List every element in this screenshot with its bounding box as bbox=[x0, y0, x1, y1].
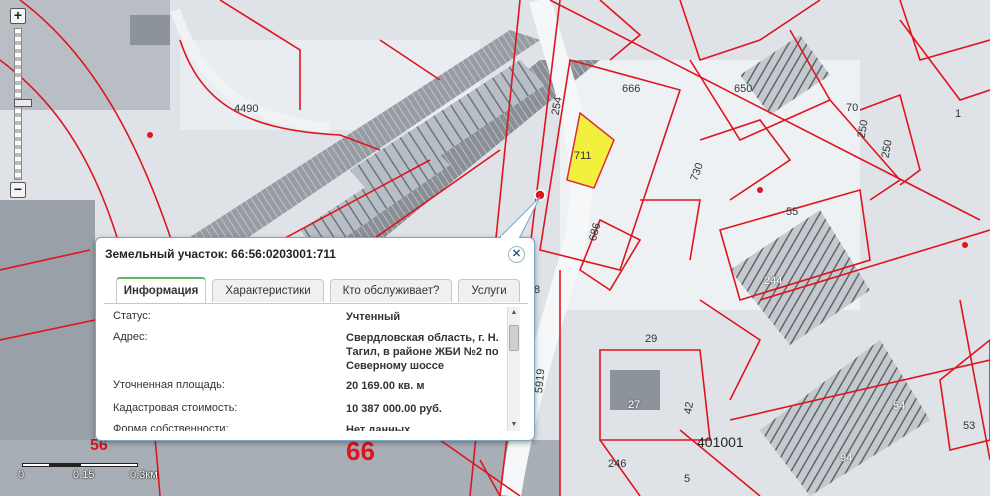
info-value: 20 169.00 кв. м bbox=[346, 380, 425, 392]
scale-bar: 0 0.15 0.3км bbox=[18, 457, 168, 487]
info-value: Свердловская область, г. Н. Тагил, в рай… bbox=[346, 332, 499, 372]
info-key: Статус: bbox=[113, 310, 151, 322]
zoom-in-button[interactable]: + bbox=[10, 8, 26, 24]
tab-characteristics[interactable]: Характеристики bbox=[212, 279, 324, 302]
popup-tabs: Информация Характеристики Кто обслуживае… bbox=[104, 277, 528, 304]
tab-services[interactable]: Услуги bbox=[458, 279, 520, 302]
info-content[interactable]: Статус: Учтенный Адрес: Свердловская обл… bbox=[109, 307, 507, 431]
info-key: Уточненная площадь: bbox=[113, 379, 225, 391]
tab-information[interactable]: Информация bbox=[116, 277, 206, 303]
scale-label: 0 bbox=[18, 469, 25, 481]
building bbox=[130, 15, 170, 45]
building bbox=[610, 370, 660, 410]
map-marker bbox=[757, 187, 763, 193]
zoom-slider-track[interactable] bbox=[14, 28, 32, 180]
info-value: 10 387 000.00 руб. bbox=[346, 403, 442, 415]
info-value: Нет данных bbox=[346, 424, 411, 431]
scroll-thumb[interactable] bbox=[509, 325, 519, 351]
tab-who-serves[interactable]: Кто обслуживает? bbox=[330, 279, 452, 302]
scale-label: 0.15 bbox=[73, 469, 95, 481]
info-key: Адрес: bbox=[113, 331, 148, 343]
scale-label: 0.3км bbox=[130, 469, 158, 481]
info-key: Форма собственности: bbox=[113, 423, 229, 431]
zoom-out-button[interactable]: − bbox=[10, 182, 26, 198]
info-key: Кадастровая стоимость: bbox=[113, 402, 238, 414]
scale-bar-segment bbox=[80, 463, 138, 467]
scroll-down-icon[interactable]: ▼ bbox=[508, 419, 520, 431]
zoom-slider-thumb[interactable] bbox=[14, 99, 32, 107]
map-marker bbox=[962, 242, 968, 248]
scale-bar-segment bbox=[50, 463, 80, 467]
parcel-info-popup: Земельный участок: 66:56:0203001:711 ✕ И… bbox=[95, 237, 535, 441]
close-icon[interactable]: ✕ bbox=[508, 246, 525, 263]
scale-bar-segment bbox=[22, 463, 50, 467]
scroll-up-icon[interactable]: ▲ bbox=[508, 307, 520, 319]
popup-pointer bbox=[500, 196, 541, 239]
popup-title: Земельный участок: 66:56:0203001:711 bbox=[105, 247, 336, 261]
zoom-control: + − bbox=[10, 8, 32, 198]
info-value: Учтенный bbox=[346, 311, 401, 323]
map-marker bbox=[147, 132, 153, 138]
popup-scrollbar[interactable]: ▲ ▼ bbox=[507, 307, 520, 431]
